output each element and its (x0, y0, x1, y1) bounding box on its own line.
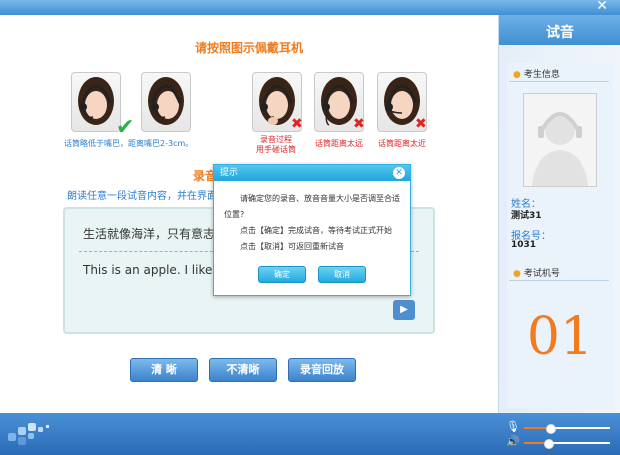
dialog-message-line3: 点击【取消】可返回重新试音 (240, 242, 344, 251)
sidebar-title: 试音 (499, 15, 620, 45)
face-icon (78, 77, 114, 125)
divider (509, 280, 609, 281)
page-title: 请按照图示佩戴耳机 (194, 41, 303, 55)
dialog-message-line1: 请确定您的录音、放音音量大小是否调至合适 (240, 194, 400, 203)
dialog-ok-button[interactable]: 确定 (258, 266, 306, 283)
speaker-volume-handle[interactable] (544, 439, 555, 449)
play-icon: ▶ (400, 304, 408, 315)
reading-text-english: This is an apple. I like ap (83, 263, 232, 277)
divider (509, 81, 609, 82)
speaker-icon: 🔊 (506, 435, 520, 448)
headset-photo-correct-1 (71, 72, 121, 132)
photo-caption-correct: 话筒略低于嘴巴，距离嘴巴2-3cm。 (64, 139, 194, 148)
photo-caption-touch: 录音过程 用手碰话筒 (256, 135, 296, 154)
dialog-message-line1b: 位置? (224, 210, 245, 219)
machine-number-heading: ● 考试机号 (513, 269, 560, 279)
dialog-title: 提示 (220, 168, 239, 178)
speaker-volume-slider[interactable] (524, 439, 610, 449)
candidate-info-heading: ● 考生信息 (513, 70, 560, 80)
reading-instruction: 朗读任意一段试音内容，并在界面 (67, 191, 217, 202)
reading-text-chinese: 生活就像海洋，只有意志坚 (83, 227, 228, 241)
mic-volume-control: 🎙 (506, 420, 616, 434)
speaker-volume-control: 🔊 (506, 435, 616, 449)
bullet-icon: ● (513, 70, 521, 80)
playback-button[interactable]: 录音回放 (288, 358, 356, 382)
photo-caption-close: 话筒距离太近 (378, 139, 426, 148)
dialog-header: 提示 ✕ (214, 165, 410, 181)
photo-caption-far: 话筒距离太远 (315, 139, 363, 148)
name-value: 测试31 (511, 211, 542, 221)
bullet-icon: ● (513, 269, 521, 279)
machine-number: 01 (526, 307, 594, 367)
mic-volume-slider[interactable] (524, 424, 610, 434)
sidebar: 试音 ● 考生信息 姓名： 测试31 报名号： 1031 ● 考试机号 01 (498, 15, 620, 413)
window-close-icon[interactable]: ✕ (596, 0, 608, 14)
mic-icon: 🎙 (506, 420, 520, 433)
title-bar: ✕ (0, 0, 620, 15)
confirm-dialog: 提示 ✕ 请确定您的录音、放音音量大小是否调至合适 位置? 点击【确定】完成试音… (213, 164, 411, 296)
unclear-button[interactable]: 不清晰 (209, 358, 277, 382)
cross-icon: ✖ (353, 116, 365, 132)
bottom-bar: 🎙 🔊 (0, 413, 620, 455)
dialog-cancel-button[interactable]: 取消 (318, 266, 366, 283)
dialog-message-line2: 点击【确定】完成试音，等待考试正式开始 (240, 226, 392, 235)
logo-icon (8, 423, 49, 445)
clear-button[interactable]: 清 晰 (130, 358, 198, 382)
face-icon (148, 77, 184, 125)
dialog-close-icon[interactable]: ✕ (393, 167, 405, 179)
mic-volume-handle[interactable] (545, 424, 556, 434)
cross-icon: ✖ (415, 116, 427, 132)
check-icon: ✔ (116, 115, 135, 140)
user-placeholder-icon (524, 94, 596, 186)
play-button[interactable]: ▶ (393, 300, 415, 320)
avatar (523, 93, 597, 187)
candidate-panel: ● 考生信息 姓名： 测试31 报名号： 1031 ● 考试机号 01 (507, 63, 613, 408)
headset-photo-correct-2 (141, 72, 191, 132)
cross-icon: ✖ (291, 116, 303, 132)
registration-number-value: 1031 (511, 240, 537, 250)
